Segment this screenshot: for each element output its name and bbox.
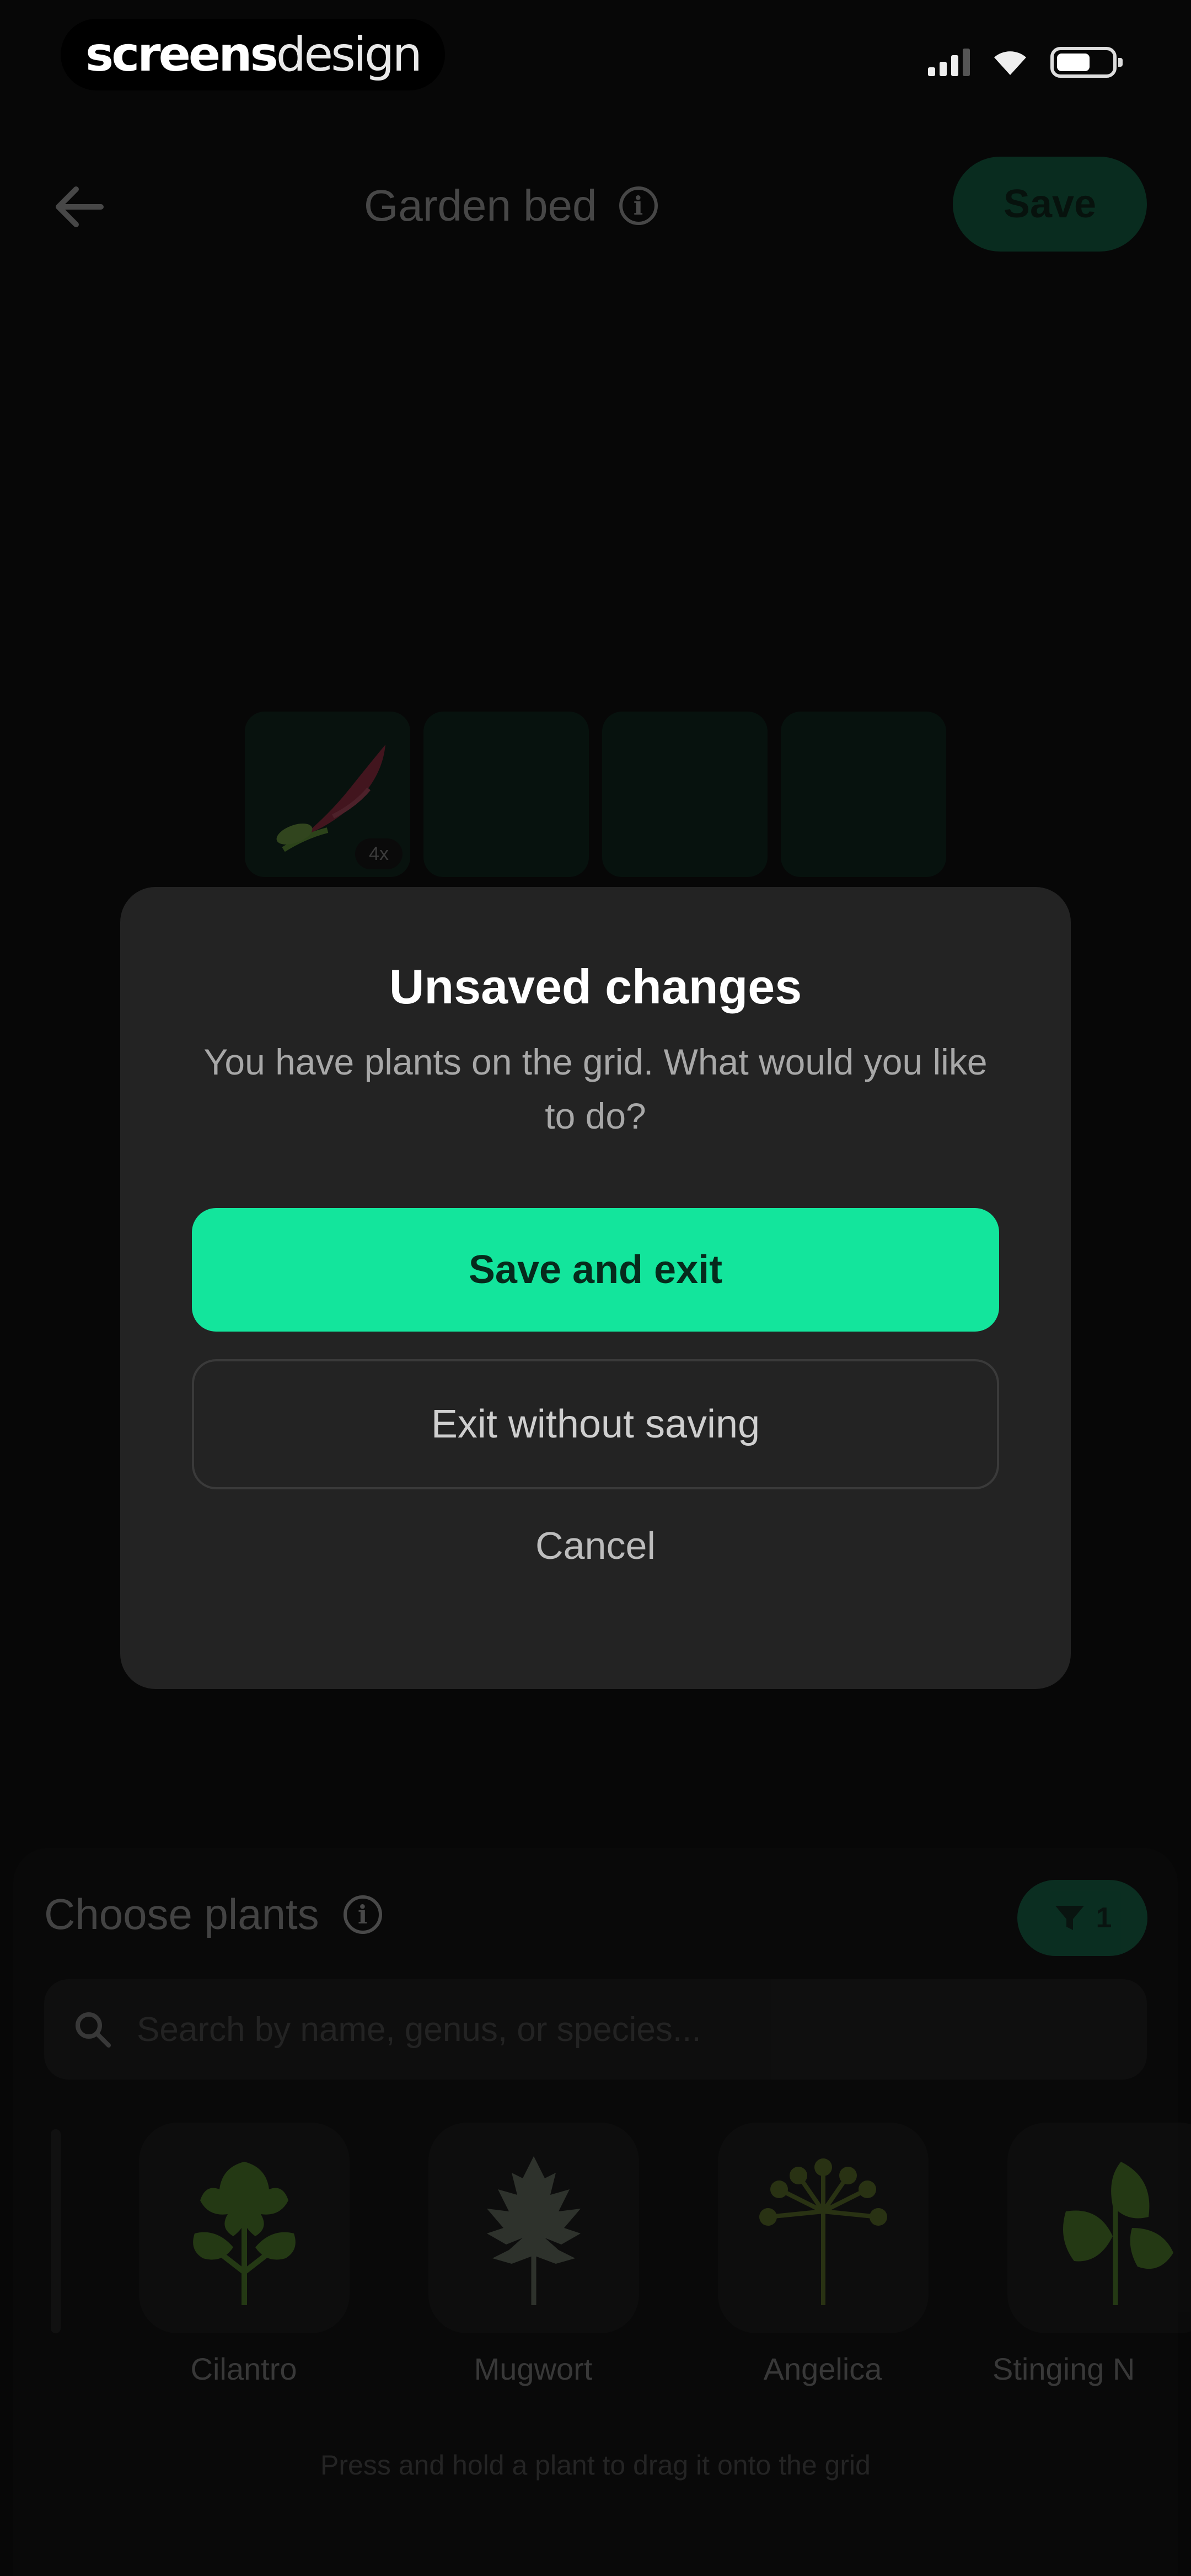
filter-button[interactable]: 1	[1017, 1880, 1147, 1956]
search-placeholder: Search by name, genus, or species...	[137, 2010, 701, 2049]
filter-count: 1	[1096, 1902, 1112, 1934]
nettle-icon	[1063, 2162, 1173, 2305]
panel-title-group: Choose plants i	[44, 1889, 382, 1939]
back-arrow-icon[interactable]	[49, 177, 109, 237]
battery-icon	[1050, 47, 1123, 78]
wifi-icon	[994, 51, 1026, 75]
dialog-title: Unsaved changes	[389, 959, 802, 1014]
panel-title: Choose plants	[44, 1890, 319, 1938]
grid-cell-empty[interactable]	[781, 712, 946, 877]
grid-cell-empty[interactable]	[602, 712, 768, 877]
status-bar-icons	[928, 47, 1123, 78]
previous-plant-card-edge[interactable]	[51, 2129, 61, 2333]
save-button[interactable]: Save	[953, 157, 1147, 252]
nav-title-group: Garden bed i	[364, 175, 658, 236]
plant-card-angelica[interactable]	[718, 2123, 929, 2333]
exit-without-saving-button[interactable]: Exit without saving	[192, 1359, 999, 1489]
plant-card-stinging-nettle[interactable]	[1007, 2123, 1191, 2333]
save-and-exit-button[interactable]: Save and exit	[192, 1208, 999, 1332]
dialog-message: You have plants on the grid. What would …	[203, 1041, 988, 1136]
cilantro-icon	[193, 2162, 296, 2305]
grid-cell-empty[interactable]	[423, 712, 589, 877]
plant-label: Mugwort	[474, 2351, 593, 2386]
search-icon	[71, 2007, 115, 2051]
plant-label: Cilantro	[190, 2351, 297, 2386]
plant-card-cilantro[interactable]	[139, 2123, 350, 2333]
plant-count-badge: 4x	[355, 838, 403, 869]
search-input[interactable]: Search by name, genus, or species...	[44, 1979, 1147, 2080]
plant-label: Angelica	[763, 2351, 882, 2386]
angelica-icon	[759, 2158, 887, 2305]
watermark-part-1: screens	[85, 27, 278, 82]
screensdesign-watermark: screens design	[61, 19, 445, 90]
unsaved-changes-dialog: Unsaved changes You have plants on the g…	[120, 887, 1071, 1689]
cellular-signal-icon	[928, 49, 970, 76]
plant-card-mugwort[interactable]	[428, 2123, 639, 2333]
drag-hint-text: Press and hold a plant to drag it onto t…	[320, 2450, 871, 2481]
cancel-button[interactable]: Cancel	[451, 1507, 740, 1584]
filter-icon	[1055, 1906, 1084, 1930]
grid-cell-plant[interactable]: 4x	[245, 712, 410, 877]
watermark-part-2: design	[276, 27, 422, 82]
info-icon[interactable]: i	[343, 1895, 382, 1934]
plant-label: Stinging N	[993, 2351, 1135, 2386]
info-icon[interactable]: i	[619, 186, 658, 225]
page-title: Garden bed	[364, 181, 597, 230]
mugwort-icon	[487, 2156, 581, 2305]
